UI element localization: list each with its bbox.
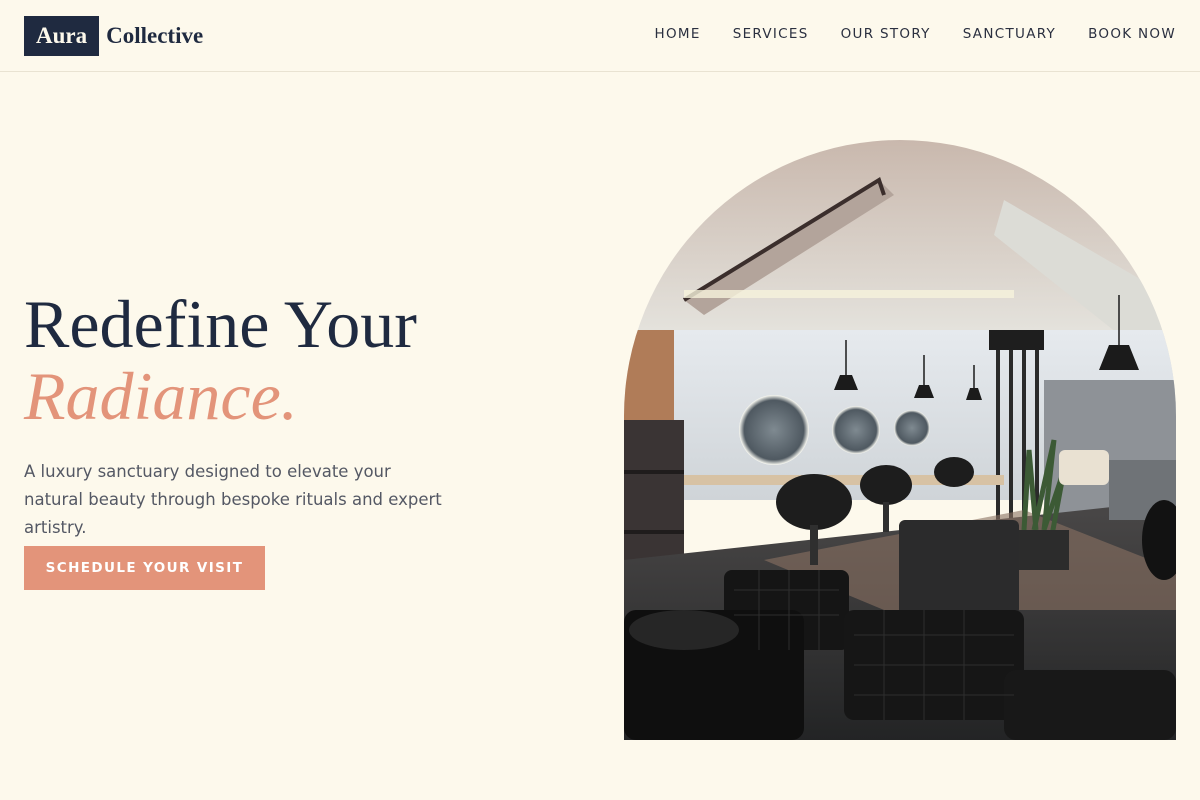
salon-interior-image xyxy=(624,140,1176,740)
logo-box: Aura xyxy=(24,16,100,56)
nav-link-sanctuary[interactable]: SANCTUARY xyxy=(963,26,1056,42)
hero-title-accent: Radiance. xyxy=(24,358,298,434)
nav-link-our-story[interactable]: OUR STORY xyxy=(841,26,931,42)
hero-subtitle: A luxury sanctuary designed to elevate y… xyxy=(24,462,442,537)
hero-title-line1: Redefine Your xyxy=(24,286,417,362)
brand-logo[interactable]: Aura Collective xyxy=(24,16,203,56)
nav-link-home[interactable]: HOME xyxy=(655,26,701,42)
hero-title: Redefine Your Radiance. xyxy=(24,288,417,432)
nav-link-book-now[interactable]: BOOK NOW xyxy=(1088,26,1176,42)
main-nav: HOME SERVICES OUR STORY SANCTUARY BOOK N… xyxy=(623,26,1176,42)
top-navigation-bar: Aura Collective HOME SERVICES OUR STORY … xyxy=(0,0,1200,72)
schedule-visit-button[interactable]: SCHEDULE YOUR VISIT xyxy=(24,546,265,590)
nav-link-services[interactable]: SERVICES xyxy=(733,26,809,42)
logo-text: Collective xyxy=(106,23,204,48)
